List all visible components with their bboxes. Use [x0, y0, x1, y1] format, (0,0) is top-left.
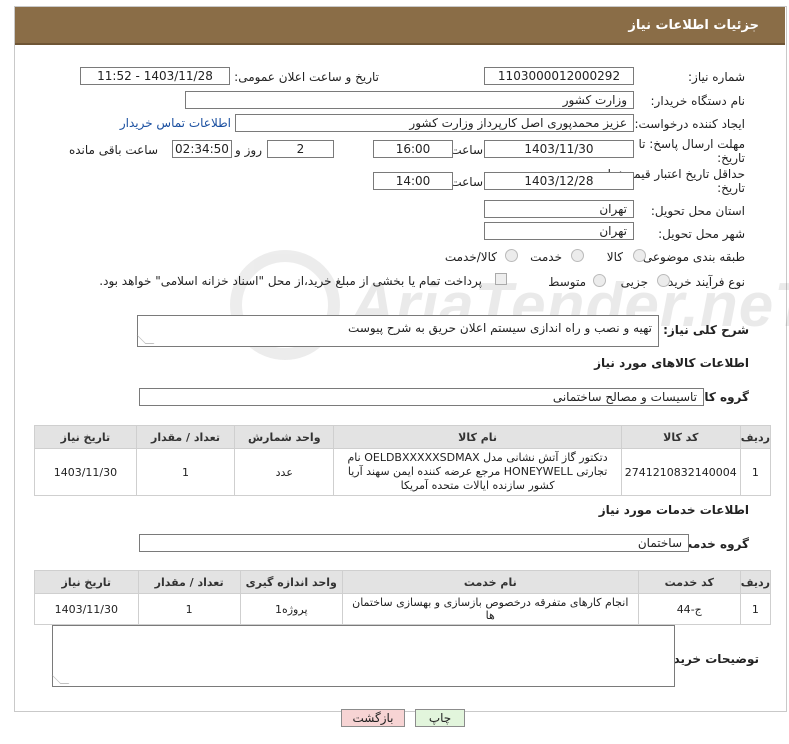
deadline-time-field: 16:00 — [373, 140, 453, 158]
description-textarea[interactable]: تهیه و نصب و راه اندازی سیستم اعلان حریق… — [136, 315, 659, 347]
category-option-goods-service: کالا/خدمت — [444, 250, 497, 264]
cell-qty: 1 — [135, 448, 236, 496]
buyer-label: نام دستگاه خریدار: — [650, 94, 746, 108]
deadline-label: مهلت ارسال پاسخ: تا — [638, 137, 745, 151]
goods-table: ردیف کد کالا نام کالا واحد شمارش تعداد /… — [34, 425, 772, 496]
col-code: کد کالا — [620, 425, 741, 449]
col-unit: واحد شمارش — [234, 425, 335, 449]
col-date: تاریخ نیاز — [34, 570, 139, 594]
process-option-medium: متوسط — [548, 275, 586, 289]
process-radio-minor[interactable] — [657, 274, 670, 287]
col-date: تاریخ نیاز — [34, 425, 137, 449]
need-number-field: 1103000012000292 — [484, 67, 634, 85]
city-label: شهر محل تحویل: — [658, 227, 745, 241]
table-row: 1 ج-44 انجام کارهای متفرقه درخصوص بازساز… — [34, 593, 772, 625]
process-option-minor: جزیی — [620, 275, 648, 289]
services-table-header: ردیف کد خدمت نام خدمت واحد اندازه گیری ت… — [34, 570, 772, 594]
treasury-payment-checkbox[interactable] — [495, 273, 507, 285]
category-option-goods: کالا — [606, 250, 623, 264]
description-label: شرح کلی نیاز: — [663, 323, 749, 337]
cell-date: 1403/11/30 — [34, 593, 139, 625]
cell-row: 1 — [739, 593, 772, 625]
requester-label: ایجاد کننده درخواست: — [634, 117, 745, 131]
category-radio-service[interactable] — [571, 249, 584, 262]
col-name: نام کالا — [333, 425, 622, 449]
resize-handle-icon[interactable] — [51, 675, 70, 684]
process-label: نوع فرآیند خرید : — [660, 275, 745, 289]
buyer-field: وزارت کشور — [185, 91, 634, 109]
col-row: ردیف — [739, 425, 772, 449]
category-label: طبقه بندی موضوعی: — [638, 250, 745, 264]
back-button[interactable]: بازگشت — [341, 709, 405, 727]
validity-time-label: ساعت — [450, 175, 483, 189]
cell-qty: 1 — [137, 593, 241, 625]
need-number-label: شماره نیاز: — [688, 70, 745, 84]
cell-measure-unit: پروژه1 — [239, 593, 343, 625]
category-option-service: خدمت — [530, 250, 562, 264]
cell-date: 1403/11/30 — [34, 448, 137, 496]
cell-code: 2741210832140004 — [620, 448, 741, 496]
process-radio-medium[interactable] — [593, 274, 606, 287]
category-radio-goods[interactable] — [633, 249, 646, 262]
col-row: ردیف — [739, 570, 772, 594]
category-radio-goods-service[interactable] — [505, 249, 518, 262]
days-field: 2 — [267, 140, 334, 158]
page-header: جزئیات اطلاعات نیاز — [15, 7, 785, 45]
cell-row: 1 — [739, 448, 772, 496]
deadline-time-label: ساعت — [450, 143, 483, 157]
col-qty: تعداد / مقدار — [137, 570, 241, 594]
goods-group-field: تاسیسات و مصالح ساختمانی — [139, 388, 704, 406]
city-field: تهران — [484, 222, 634, 240]
services-section-title: اطلاعات خدمات مورد نیاز — [598, 503, 749, 517]
services-group-field: ساختمان — [139, 534, 689, 552]
buyer-notes-textarea[interactable] — [51, 625, 675, 687]
services-table: ردیف کد خدمت نام خدمت واحد اندازه گیری ت… — [34, 570, 772, 625]
goods-table-header: ردیف کد کالا نام کالا واحد شمارش تعداد /… — [34, 425, 772, 449]
announce-field: 1403/11/28 - 11:52 — [80, 67, 230, 85]
announce-label: تاریخ و ساعت اعلان عمومی: — [234, 70, 379, 84]
col-service-code: کد خدمت — [637, 570, 741, 594]
cell-service-name: انجام کارهای متفرقه درخصوص بازسازی و بهس… — [341, 593, 639, 625]
validity-label-date: تاریخ: — [717, 181, 745, 195]
remaining-label: ساعت باقی مانده — [68, 143, 158, 157]
deadline-date-field: 1403/11/30 — [484, 140, 634, 158]
deadline-label-date: تاریخ: — [717, 151, 745, 165]
remaining-time-field: 02:34:50 — [172, 140, 232, 158]
cell-service-code: ج-44 — [637, 593, 741, 625]
cell-name: دتکتور گاز آتش نشانی مدل OELDBXXXXXSDMAX… — [333, 448, 622, 496]
validity-date-field: 1403/12/28 — [484, 172, 634, 190]
requester-field: عزیز محمدپوری اصل کارپرداز وزارت کشور — [235, 114, 634, 132]
validity-time-field: 14:00 — [373, 172, 453, 190]
resize-handle-icon[interactable] — [136, 335, 155, 344]
table-row: 1 2741210832140004 دتکتور گاز آتش نشانی … — [34, 448, 772, 496]
page-title: جزئیات اطلاعات نیاز — [628, 18, 759, 33]
days-label: روز و — [235, 143, 262, 157]
description-text: تهیه و نصب و راه اندازی سیستم اعلان حریق… — [348, 321, 652, 335]
payment-note: پرداخت تمام یا بخشی از مبلغ خرید،از محل … — [99, 274, 482, 288]
cell-unit: عدد — [234, 448, 335, 496]
col-measure-unit: واحد اندازه گیری — [239, 570, 343, 594]
province-field: تهران — [484, 200, 634, 218]
print-button[interactable]: چاپ — [415, 709, 465, 727]
goods-section-title: اطلاعات کالاهای مورد نیاز — [594, 356, 749, 370]
col-qty: تعداد / مقدار — [135, 425, 236, 449]
col-service-name: نام خدمت — [341, 570, 639, 594]
province-label: استان محل تحویل: — [650, 204, 745, 218]
contact-buyer-link[interactable]: اطلاعات تماس خریدار — [120, 116, 231, 130]
